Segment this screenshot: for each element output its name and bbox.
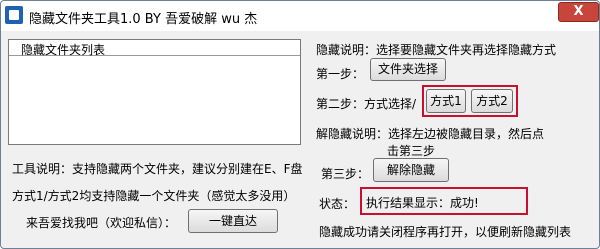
contact-label: 来吾爱找我吧（欢迎私信）： (26, 216, 177, 230)
hide-description: 隐藏说明：选择要隐藏文件夹再选择隐藏方式 (316, 43, 557, 57)
step2-label: 第二步：方式选择/ (316, 97, 417, 111)
footer-note: 隐藏成功请关闭程序再打开，以便刷新隐藏列表 (319, 225, 572, 239)
list-header-label: 隐藏文件夹列表 (21, 43, 106, 57)
method1-button[interactable]: 方式1 (426, 89, 466, 113)
close-button[interactable]: X (558, 2, 599, 22)
tool-description: 工具说明：支持隐藏两个文件夹，建议分别建在E、F盘 (12, 162, 303, 176)
title-bar[interactable]: 隐藏文件夹工具1.0 BY 吾爱破解 wu 杰 X (1, 1, 599, 31)
unhide-button[interactable]: 解除隐藏 (373, 158, 449, 182)
app-icon (5, 6, 23, 24)
status-value: 执行结果显示：成功! (366, 196, 479, 210)
hidden-folder-list[interactable]: 隐藏文件夹列表 (8, 39, 301, 145)
main-window: 隐藏文件夹工具1.0 BY 吾爱破解 wu 杰 X 隐藏文件夹列表 工具说明：支… (0, 0, 600, 249)
unhide-description: 解隐藏说明：选择左边被隐藏目录，然后点 (316, 127, 545, 141)
window-title: 隐藏文件夹工具1.0 BY 吾爱破解 wu 杰 (29, 12, 258, 27)
unhide-description-line2: 击第三步 (387, 144, 436, 158)
status-label: 状态： (319, 197, 356, 211)
method2-button[interactable]: 方式2 (471, 89, 513, 113)
step1-label: 第一步： (316, 67, 365, 81)
method-description: 方式1/方式2均支持隐藏一个文件夹（感觉太多没用） (12, 189, 296, 203)
direct-link-button[interactable]: 一键直达 (188, 209, 278, 233)
list-column-header[interactable]: 隐藏文件夹列表 (9, 40, 300, 57)
folder-select-button[interactable]: 文件夹选择 (370, 58, 446, 81)
step3-label: 第三步： (321, 167, 370, 181)
